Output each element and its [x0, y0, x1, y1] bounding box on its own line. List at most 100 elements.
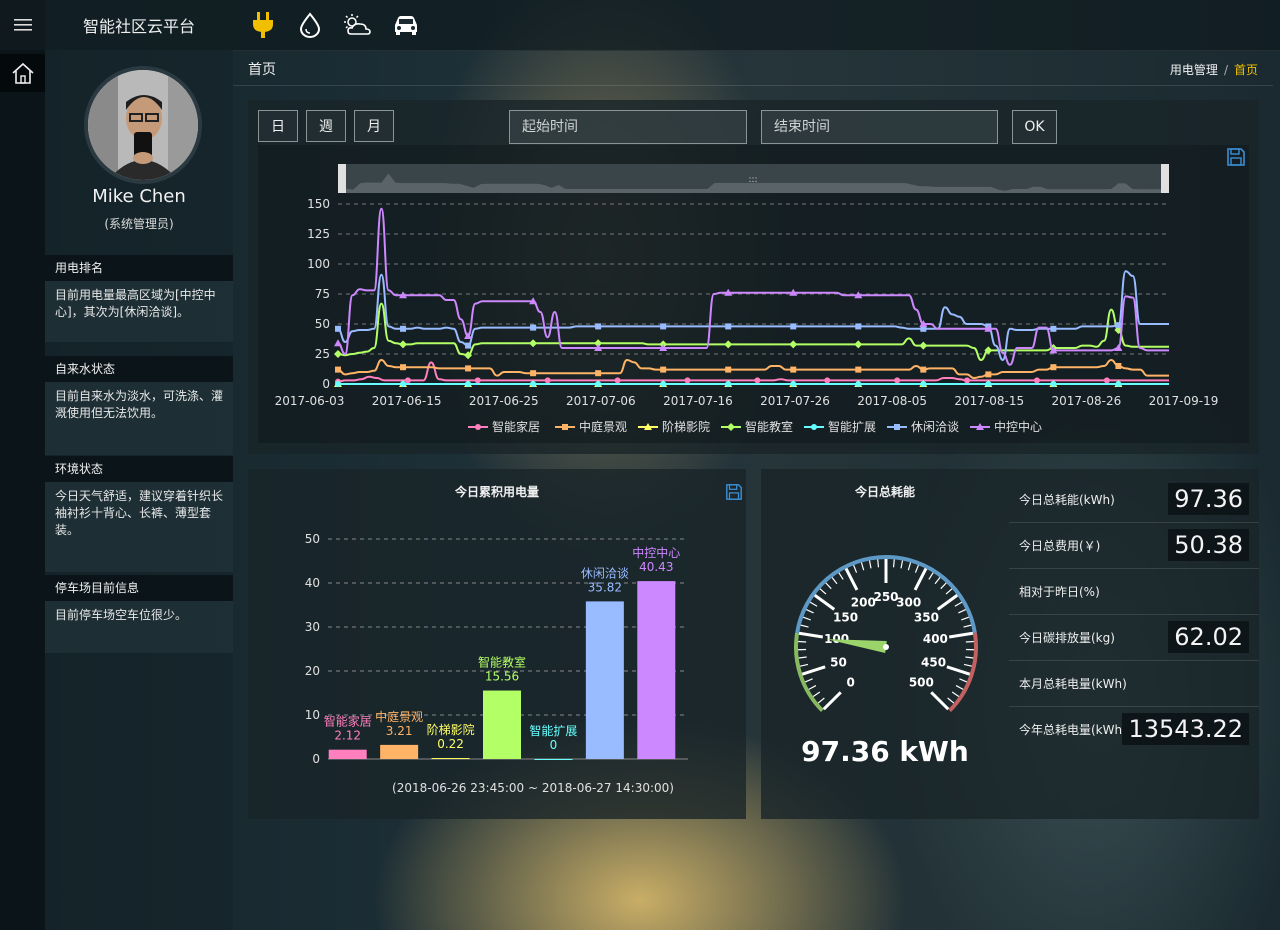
series-line	[337, 302, 1169, 362]
power-nav-button[interactable]	[248, 10, 278, 40]
weather-nav-button[interactable]	[342, 10, 372, 40]
stat-value: 50.38	[1168, 529, 1249, 561]
gauge-minor-tick	[961, 616, 970, 621]
home-button[interactable]	[0, 54, 45, 92]
series-marker	[919, 341, 928, 350]
legend-label: 休闲洽谈	[911, 420, 959, 434]
menu-button[interactable]	[0, 0, 45, 50]
day-button[interactable]: 日	[258, 110, 298, 142]
series-marker	[335, 366, 341, 373]
stat-value: 97.36	[1168, 483, 1249, 515]
series-休闲洽谈	[335, 270, 1169, 362]
stat-row: 本月总耗电量(kWh)	[1009, 661, 1259, 707]
bar-chart-subtitle: (2018-06-26 23:45:00 ~ 2018-06-27 14:30:…	[392, 781, 674, 795]
legend-item[interactable]: 智能教室	[721, 419, 793, 434]
parking-nav-button[interactable]	[391, 10, 421, 40]
bar[interactable]	[431, 758, 470, 760]
legend-item[interactable]: 中控中心	[970, 419, 1042, 434]
stat-label: 今年总耗电量(kWh)	[1019, 723, 1127, 737]
zoom-handle-left[interactable]	[338, 164, 346, 193]
bar[interactable]	[328, 749, 367, 759]
gauge-minor-tick	[808, 685, 817, 690]
legend-item[interactable]: 阶梯影院	[638, 420, 710, 434]
series-marker	[824, 377, 831, 384]
gauge-minor-tick	[819, 588, 827, 595]
sidebar-section-title: 环境状态	[45, 456, 233, 482]
chart-legend[interactable]: 智能家居 中庭景观 阶梯影院 智能教室 智能扩展 休闲洽谈 中控中心	[468, 419, 1042, 434]
bar-category-label: 智能扩展	[529, 723, 577, 738]
series-marker	[920, 366, 927, 373]
breadcrumb-item-power[interactable]: 用电管理	[1170, 63, 1218, 77]
gauge-tick-label: 500	[909, 675, 934, 689]
bar[interactable]	[483, 690, 521, 759]
home-icon	[11, 62, 34, 84]
water-nav-button[interactable]	[295, 10, 325, 40]
series-marker	[404, 377, 411, 384]
gauge-tick-label: 350	[914, 611, 939, 625]
series-中庭景观	[335, 358, 1169, 380]
gauge-minor-tick	[802, 616, 811, 621]
gauge-chart: 今日总耗能 050100150200250300350400450500 97.…	[794, 484, 978, 768]
gauge-major-tick	[822, 691, 842, 711]
bar[interactable]	[585, 601, 624, 759]
gauge-minor-tick	[947, 697, 955, 704]
gauge-minor-tick	[800, 624, 809, 628]
app-title: 智能社区云平台	[45, 0, 233, 50]
gauge-minor-tick	[868, 560, 872, 569]
legend-item[interactable]: 中庭景观	[555, 419, 627, 434]
start-time-input[interactable]: 起始时间	[509, 110, 747, 144]
series-marker	[964, 377, 971, 384]
bar[interactable]	[637, 581, 676, 759]
bar-chart-title: 今日累积用电量	[454, 484, 539, 499]
series-marker	[544, 377, 551, 384]
water-drop-icon	[299, 12, 321, 38]
series-marker	[811, 424, 817, 430]
series-marker	[1050, 381, 1057, 387]
bar-value-label: 15.56	[485, 670, 519, 684]
week-button[interactable]: 週	[306, 110, 346, 142]
bar[interactable]	[534, 759, 573, 760]
gauge-value-readout: 97.36 kWh	[801, 735, 969, 768]
ok-button[interactable]: OK	[1012, 110, 1057, 144]
stat-value: 62.02	[1168, 621, 1249, 653]
gauge-major-tick	[946, 665, 971, 676]
series-marker	[920, 381, 927, 387]
stat-value: 13543.22	[1122, 713, 1249, 745]
month-button[interactable]: 月	[354, 110, 394, 142]
series-marker	[400, 325, 407, 332]
gauge-minor-tick	[934, 577, 941, 585]
gauge-minor-tick	[965, 656, 974, 659]
sidebar-section-title: 用电排名	[45, 255, 233, 281]
series-marker	[660, 366, 667, 373]
sidebar-section-title: 自来水状态	[45, 356, 233, 382]
gauge-minor-tick	[892, 559, 895, 568]
bar[interactable]	[380, 744, 419, 759]
series-marker	[530, 370, 537, 377]
y-tick-label: 0	[322, 377, 330, 391]
series-marker	[855, 381, 862, 387]
legend-item[interactable]: 智能扩展	[804, 419, 876, 434]
stat-row: 今年总耗电量(kWh) 13543.22	[1009, 707, 1259, 752]
series-marker	[335, 325, 341, 332]
legend-item[interactable]: 休闲洽谈	[887, 420, 959, 434]
series-marker	[465, 381, 472, 387]
gauge-title: 今日总耗能	[854, 484, 915, 499]
gauge-minor-tick	[940, 582, 947, 590]
gauge-minor-tick	[804, 678, 813, 683]
bar-category-label: 智能家居	[324, 714, 372, 729]
stat-row: 相对于昨日(%)	[1009, 569, 1259, 615]
series-marker	[465, 365, 472, 372]
series-line	[337, 361, 1169, 383]
gauge-minor-tick	[951, 691, 960, 697]
series-marker	[334, 339, 342, 347]
legend-label: 中控中心	[994, 419, 1042, 434]
stat-row: 今日总费用(￥) 50.38	[1009, 523, 1259, 569]
end-time-input[interactable]: 结束时间	[761, 110, 998, 144]
y-tick-label: 75	[315, 287, 330, 301]
zoom-handle-right[interactable]	[1161, 164, 1169, 193]
avatar[interactable]	[84, 66, 202, 184]
gauge-tick-label: 300	[896, 595, 921, 609]
legend-item[interactable]: 智能家居	[468, 419, 540, 434]
data-zoom-slider[interactable]: :::	[338, 164, 1169, 193]
series-marker	[790, 323, 797, 330]
